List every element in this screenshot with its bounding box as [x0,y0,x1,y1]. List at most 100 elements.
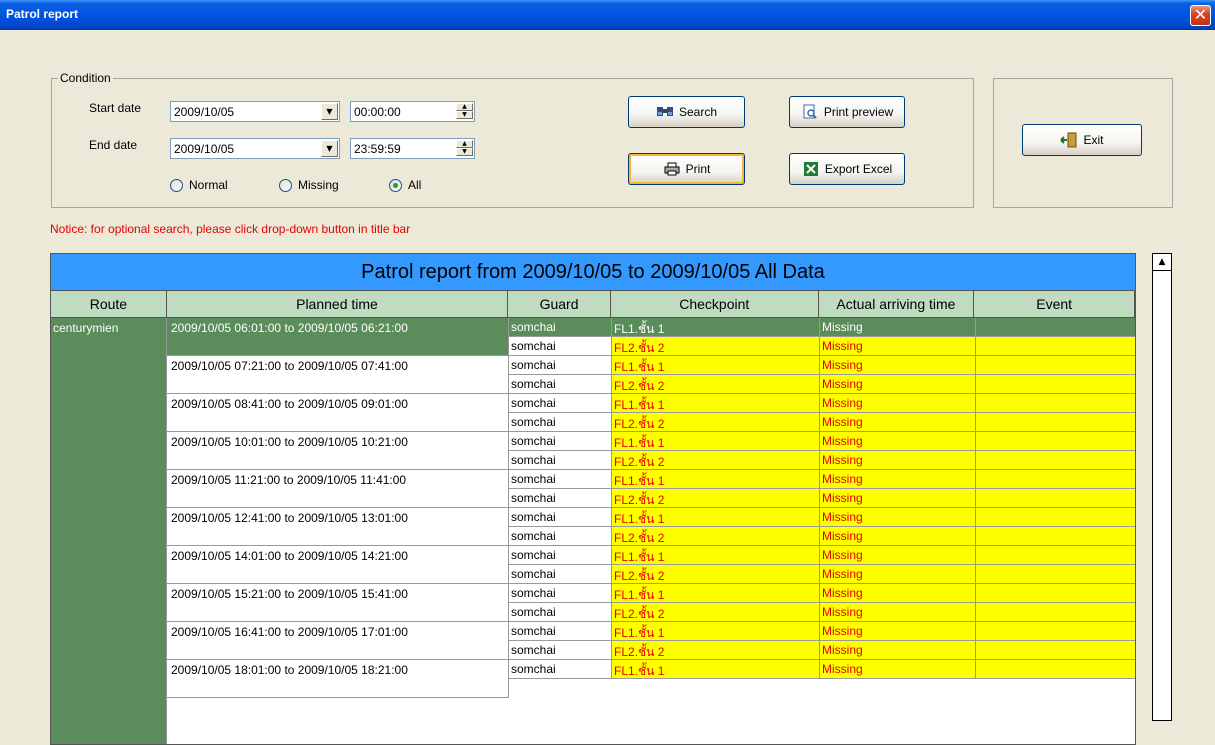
event-cell [976,603,1135,622]
actual-time-cell: Missing [820,660,976,679]
guard-cell: somchai [509,451,612,470]
table-row[interactable]: somchai FL2.ชั้น 2 Missing [509,337,1135,356]
event-cell [976,451,1135,470]
table-row[interactable]: somchai FL1.ชั้น 1 Missing [509,622,1135,641]
actual-time-cell: Missing [820,622,976,641]
start-date-label: Start date [89,101,142,115]
event-cell [976,546,1135,565]
export-excel-label: Export Excel [824,162,893,176]
guard-cell: somchai [509,584,612,603]
checkpoint-cell: FL1.ชั้น 1 [612,356,820,375]
planned-time-cell[interactable]: 2009/10/05 14:01:00 to 2009/10/05 14:21:… [167,546,509,584]
table-row[interactable]: somchai FL1.ชั้น 1 Missing [509,584,1135,603]
planned-time-cell[interactable]: 2009/10/05 18:01:00 to 2009/10/05 18:21:… [167,660,509,698]
header-guard[interactable]: Guard [508,291,611,317]
excel-icon [802,161,820,177]
event-cell [976,337,1135,356]
radio-all[interactable]: All [389,178,421,192]
scroll-up-icon[interactable]: ▲ [1153,254,1171,271]
radio-missing-label: Missing [298,178,339,192]
table-row[interactable]: somchai FL2.ชั้น 2 Missing [509,603,1135,622]
header-planned-time[interactable]: Planned time [167,291,509,317]
table-row[interactable]: somchai FL2.ชั้น 2 Missing [509,413,1135,432]
table-row[interactable]: somchai FL2.ชั้น 2 Missing [509,527,1135,546]
print-preview-button[interactable]: Print preview [789,96,905,128]
start-time-spinner[interactable]: 00:00:00 ▲ ▼ [350,101,475,122]
end-time-spinner[interactable]: 23:59:59 ▲ ▼ [350,138,475,159]
planned-time-cell[interactable]: 2009/10/05 15:21:00 to 2009/10/05 15:41:… [167,584,509,622]
radio-circle-icon [279,178,292,192]
header-actual-time[interactable]: Actual arriving time [819,291,975,317]
report-grid[interactable]: Patrol report from 2009/10/05 to 2009/10… [50,253,1136,745]
spin-down-icon[interactable]: ▼ [456,148,473,156]
planned-time-cell[interactable]: 2009/10/05 16:41:00 to 2009/10/05 17:01:… [167,622,509,660]
table-row[interactable]: somchai FL1.ชั้น 1 Missing [509,546,1135,565]
guard-cell: somchai [509,641,612,660]
actual-time-cell: Missing [820,318,976,337]
chevron-down-icon[interactable]: ▼ [321,140,338,157]
header-route[interactable]: Route [51,291,167,317]
search-button[interactable]: Search [628,96,745,128]
end-date-combo[interactable]: 2009/10/05 ▼ [170,138,340,159]
notice-text: Notice: for optional search, please clic… [50,222,411,236]
table-row[interactable]: somchai FL1.ชั้น 1 Missing [509,508,1135,527]
planned-time-cell[interactable]: 2009/10/05 12:41:00 to 2009/10/05 13:01:… [167,508,509,546]
planned-time-cell[interactable]: 2009/10/05 08:41:00 to 2009/10/05 09:01:… [167,394,509,432]
vertical-scrollbar[interactable]: ▲ [1152,253,1172,721]
planned-time-cell[interactable]: 2009/10/05 10:01:00 to 2009/10/05 10:21:… [167,432,509,470]
table-row[interactable]: somchai FL1.ชั้น 1 Missing [509,470,1135,489]
radio-normal[interactable]: Normal [170,178,228,192]
planned-time-cell[interactable]: 2009/10/05 11:21:00 to 2009/10/05 11:41:… [167,470,509,508]
end-date-label: End date [89,138,138,152]
exit-button[interactable]: Exit [1022,124,1142,156]
spin-down-icon[interactable]: ▼ [456,111,473,119]
checkpoint-cell: FL2.ชั้น 2 [612,413,820,432]
guard-cell: somchai [509,356,612,375]
header-event[interactable]: Event [974,291,1135,317]
table-row[interactable]: somchai FL1.ชั้น 1 Missing [509,356,1135,375]
table-row[interactable]: somchai FL2.ชั้น 2 Missing [509,375,1135,394]
table-row[interactable]: somchai FL1.ชั้น 1 Missing [509,432,1135,451]
title-bar[interactable]: Patrol report ✕ [0,0,1215,30]
radio-circle-icon [170,178,183,192]
table-row[interactable]: somchai FL2.ชั้น 2 Missing [509,565,1135,584]
checkpoint-cell: FL1.ชั้น 1 [612,508,820,527]
event-cell [976,527,1135,546]
actual-time-cell: Missing [820,337,976,356]
table-row[interactable]: somchai FL1.ชั้น 1 Missing [509,660,1135,679]
radio-missing[interactable]: Missing [279,178,339,192]
search-label: Search [678,105,718,119]
close-button[interactable]: ✕ [1190,5,1211,26]
event-cell [976,413,1135,432]
event-cell [976,622,1135,641]
checkpoint-cell: FL1.ชั้น 1 [612,622,820,641]
header-checkpoint[interactable]: Checkpoint [611,291,819,317]
checkpoint-cell: FL1.ชั้น 1 [612,584,820,603]
table-row[interactable]: somchai FL2.ชั้น 2 Missing [509,451,1135,470]
checkpoint-cell: FL2.ชั้น 2 [612,565,820,584]
planned-time-cell[interactable]: 2009/10/05 06:01:00 to 2009/10/05 06:21:… [167,318,509,356]
start-date-combo[interactable]: 2009/10/05 ▼ [170,101,340,122]
checkpoint-cell: FL1.ชั้น 1 [612,470,820,489]
spin-up-icon[interactable]: ▲ [456,140,473,148]
table-row[interactable]: somchai FL1.ชั้น 1 Missing [509,394,1135,413]
planned-time-cell[interactable]: 2009/10/05 07:21:00 to 2009/10/05 07:41:… [167,356,509,394]
export-excel-button[interactable]: Export Excel [789,153,905,185]
print-button[interactable]: Print [628,153,745,185]
guard-cell: somchai [509,489,612,508]
chevron-down-icon[interactable]: ▼ [321,103,338,120]
actual-time-cell: Missing [820,394,976,413]
binoculars-icon [656,104,674,120]
guard-cell: somchai [509,394,612,413]
table-row[interactable]: somchai FL2.ชั้น 2 Missing [509,641,1135,660]
spin-up-icon[interactable]: ▲ [456,103,473,111]
actual-time-cell: Missing [820,470,976,489]
table-row[interactable]: somchai FL1.ชั้น 1 Missing [509,318,1135,337]
event-cell [976,356,1135,375]
route-cell[interactable]: centurymien [51,318,167,744]
printer-icon [663,161,681,177]
patrol-report-window: Patrol report ✕ Condition Start date 200… [0,0,1215,745]
table-row[interactable]: somchai FL2.ชั้น 2 Missing [509,489,1135,508]
guard-cell: somchai [509,660,612,679]
checkpoint-cell: FL1.ชั้น 1 [612,394,820,413]
